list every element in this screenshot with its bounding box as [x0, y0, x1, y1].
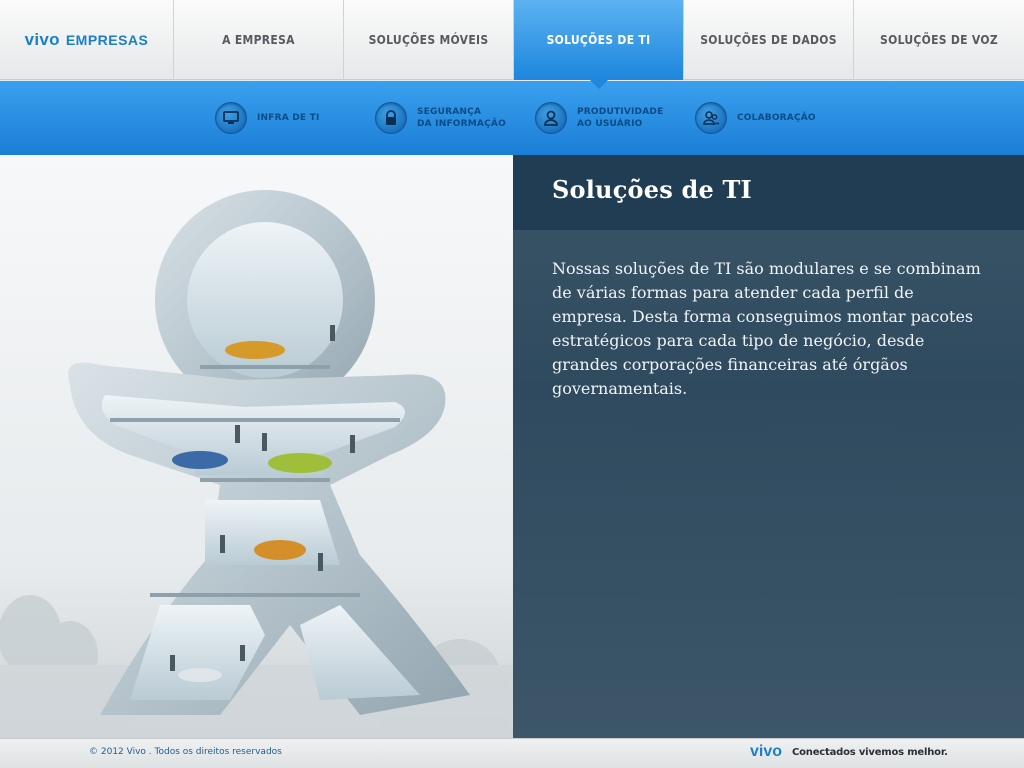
subnav-label: INFRA DE TI	[257, 113, 320, 123]
subnav-item-colaboracao[interactable]: COLABORAÇÃO	[695, 100, 816, 136]
tab-solucoes-de-dados[interactable]: SOLUÇÕES DE DADOS	[684, 0, 854, 80]
subnav-label: SEGURANÇA DA INFORMAÇÃO	[417, 107, 506, 129]
tab-solucoes-moveis[interactable]: SOLUÇÕES MÓVEIS	[344, 0, 514, 80]
logo-brand-text: vivo	[24, 30, 60, 49]
subnav-label: PRODUTIVIDADE AO USUÁRIO	[577, 107, 664, 129]
subnav-label: COLABORAÇÃO	[737, 113, 816, 123]
monitor-icon	[215, 102, 247, 134]
footer-tagline: Conectados vivemos melhor.	[792, 747, 948, 758]
content-panel-header: Soluções de TI	[513, 155, 1024, 230]
top-navigation: vivo EMPRESAS A EMPRESA SOLUÇÕES MÓVEIS …	[0, 0, 1024, 89]
user-icon	[535, 102, 567, 134]
people-icon	[695, 102, 727, 134]
content-panel: Soluções de TI Nossas soluções de TI são…	[513, 155, 1024, 738]
tab-a-empresa[interactable]: A EMPRESA	[174, 0, 344, 80]
tab-solucoes-de-ti[interactable]: SOLUÇÕES DE TI	[514, 0, 684, 89]
copyright-text: © 2012 Vivo . Todos os direitos reservad…	[89, 747, 282, 757]
footer: © 2012 Vivo . Todos os direitos reservad…	[0, 738, 1024, 768]
logo-suffix-text: EMPRESAS	[65, 32, 149, 48]
sub-navigation: INFRA DE TI SEGURANÇA DA INFORMAÇÃO PROD…	[0, 81, 1024, 155]
subnav-item-infra-de-ti[interactable]: INFRA DE TI	[215, 100, 320, 136]
tab-solucoes-de-voz[interactable]: SOLUÇÕES DE VOZ	[854, 0, 1024, 80]
subnav-item-seguranca[interactable]: SEGURANÇA DA INFORMAÇÃO	[375, 100, 506, 136]
page-title: Soluções de TI	[552, 175, 752, 204]
vivo-empresas-logo[interactable]: vivo EMPRESAS	[0, 0, 174, 80]
footer-vivo-logo[interactable]: vivo	[750, 743, 782, 761]
lock-icon	[375, 102, 407, 134]
page-description: Nossas soluções de TI são modulares e se…	[552, 259, 981, 398]
hero-illustration	[0, 155, 513, 738]
subnav-item-produtividade[interactable]: PRODUTIVIDADE AO USUÁRIO	[535, 100, 663, 136]
